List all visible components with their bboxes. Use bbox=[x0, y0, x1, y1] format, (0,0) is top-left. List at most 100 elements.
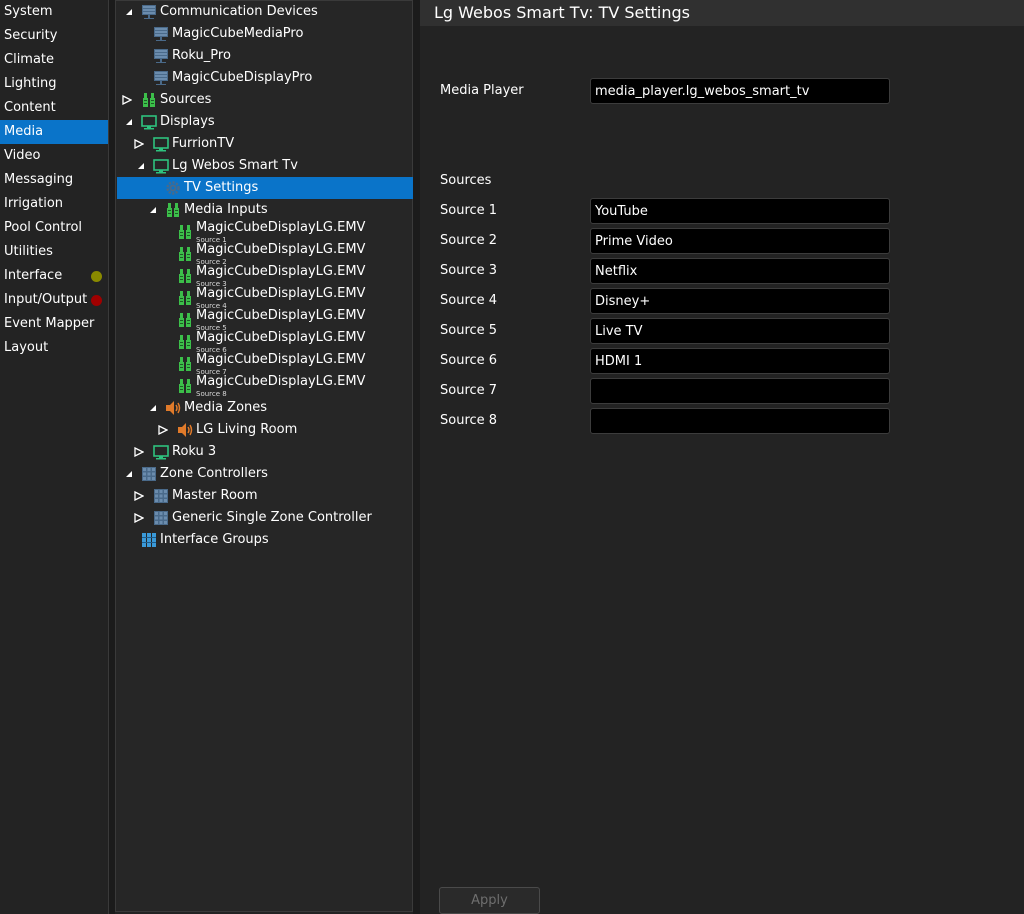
tree-node-media-zones[interactable]: Media Zones bbox=[117, 397, 413, 419]
source-4-field[interactable] bbox=[590, 288, 890, 314]
zone-controller-icon bbox=[154, 489, 168, 503]
sidebar-item-utilities[interactable]: Utilities bbox=[0, 240, 108, 264]
collapsed-arrow-icon[interactable] bbox=[133, 507, 145, 529]
collapsed-arrow-icon[interactable] bbox=[133, 441, 145, 463]
sidebar-item-label: Event Mapper bbox=[4, 316, 95, 331]
collapsed-arrow-icon[interactable] bbox=[157, 419, 169, 441]
tree-node-label: Roku 3 bbox=[172, 444, 217, 459]
speaker-icon bbox=[178, 423, 193, 437]
display-icon bbox=[141, 115, 157, 130]
sidebar-item-layout[interactable]: Layout bbox=[0, 336, 108, 360]
source-6-field[interactable] bbox=[590, 348, 890, 374]
tree-node-displays[interactable]: Displays bbox=[117, 111, 413, 133]
device-tree: Communication Devices MagicCubeMediaPro … bbox=[115, 0, 413, 912]
apply-button[interactable]: Apply bbox=[439, 887, 540, 914]
tree-node-label: Interface Groups bbox=[160, 532, 269, 547]
sidebar-item-label: Climate bbox=[4, 52, 55, 67]
source-7-field[interactable] bbox=[590, 378, 890, 404]
sidebar-item-security[interactable]: Security bbox=[0, 24, 108, 48]
sidebar-item-content[interactable]: Content bbox=[0, 96, 108, 120]
media-input-icon bbox=[179, 313, 191, 327]
sidebar-item-climate[interactable]: Climate bbox=[0, 48, 108, 72]
source-1-label: Source 1 bbox=[440, 203, 498, 218]
expanded-arrow-icon[interactable] bbox=[135, 155, 147, 177]
media-input-icon bbox=[179, 379, 191, 393]
status-dot-icon bbox=[91, 295, 102, 306]
sidebar-item-interface[interactable]: Interface bbox=[0, 264, 108, 288]
display-icon bbox=[153, 445, 169, 460]
gear-icon bbox=[166, 181, 180, 195]
media-input-icon bbox=[179, 357, 191, 371]
sidebar-item-pool-control[interactable]: Pool Control bbox=[0, 216, 108, 240]
expanded-arrow-icon[interactable] bbox=[123, 111, 135, 133]
sidebar-item-video[interactable]: Video bbox=[0, 144, 108, 168]
media-player-field[interactable] bbox=[590, 78, 890, 104]
tree-node-generic-single-zone-controller[interactable]: Generic Single Zone Controller bbox=[117, 507, 413, 529]
sidebar-item-media[interactable]: Media bbox=[0, 120, 108, 144]
sidebar-item-system[interactable]: System bbox=[0, 0, 108, 24]
zone-controller-icon bbox=[142, 467, 156, 481]
source-6-label: Source 6 bbox=[440, 353, 498, 368]
sidebar-item-label: Input/Output bbox=[4, 292, 88, 307]
tree-node-communication-devices[interactable]: Communication Devices bbox=[117, 1, 413, 23]
tree-node-master-room[interactable]: Master Room bbox=[117, 485, 413, 507]
media-input-icon bbox=[179, 269, 191, 283]
network-device-icon bbox=[154, 71, 168, 85]
tree-node-magiccube-display-pro[interactable]: MagicCubeDisplayPro bbox=[117, 67, 413, 89]
collapsed-arrow-icon[interactable] bbox=[133, 485, 145, 507]
source-2-field[interactable] bbox=[590, 228, 890, 254]
tree-node-label: Communication Devices bbox=[160, 4, 318, 19]
media-input-icon bbox=[179, 225, 191, 239]
speaker-icon bbox=[166, 401, 181, 415]
network-device-icon bbox=[154, 49, 168, 63]
tree-node-media-input-8[interactable]: MagicCubeDisplayLG.EMV Source 8 bbox=[117, 374, 413, 398]
collapsed-arrow-icon[interactable] bbox=[133, 133, 145, 155]
sidebar-item-messaging[interactable]: Messaging bbox=[0, 168, 108, 192]
expanded-arrow-icon[interactable] bbox=[147, 397, 159, 419]
expanded-arrow-icon[interactable] bbox=[123, 1, 135, 23]
category-sidebar: System Security Climate Lighting Content… bbox=[0, 0, 109, 914]
sources-heading: Sources bbox=[440, 173, 492, 188]
expanded-arrow-icon[interactable] bbox=[123, 463, 135, 485]
network-device-icon bbox=[142, 5, 156, 19]
expanded-arrow-icon[interactable] bbox=[147, 199, 159, 221]
sidebar-item-label: Interface bbox=[4, 268, 63, 283]
tree-node-label: Zone Controllers bbox=[160, 466, 268, 481]
source-8-field[interactable] bbox=[590, 408, 890, 434]
tree-node-label: TV Settings bbox=[184, 180, 259, 195]
source-3-label: Source 3 bbox=[440, 263, 498, 278]
splitter[interactable] bbox=[413, 0, 420, 914]
tree-node-roku-3[interactable]: Roku 3 bbox=[117, 441, 413, 463]
media-input-icon bbox=[179, 247, 191, 261]
tree-node-interface-groups[interactable]: Interface Groups bbox=[117, 529, 413, 551]
source-8-label: Source 8 bbox=[440, 413, 498, 428]
tree-node-zone-controllers[interactable]: Zone Controllers bbox=[117, 463, 413, 485]
tree-node-sources[interactable]: Sources bbox=[117, 89, 413, 111]
source-3-field[interactable] bbox=[590, 258, 890, 284]
source-1-field[interactable] bbox=[590, 198, 890, 224]
source-4-label: Source 4 bbox=[440, 293, 498, 308]
tree-node-lg-webos-smart-tv[interactable]: Lg Webos Smart Tv bbox=[117, 155, 413, 177]
tree-node-label: LG Living Room bbox=[196, 422, 298, 437]
tree-node-label: Sources bbox=[160, 92, 212, 107]
sidebar-item-label: Lighting bbox=[4, 76, 57, 91]
status-dot-icon bbox=[91, 271, 102, 282]
media-input-icon bbox=[179, 335, 191, 349]
sidebar-item-irrigation[interactable]: Irrigation bbox=[0, 192, 108, 216]
app-window: System Security Climate Lighting Content… bbox=[0, 0, 1024, 914]
tree-node-magiccube-media-pro[interactable]: MagicCubeMediaPro bbox=[117, 23, 413, 45]
tree-node-lg-living-room[interactable]: LG Living Room bbox=[117, 419, 413, 441]
source-5-field[interactable] bbox=[590, 318, 890, 344]
tree-node-roku-pro[interactable]: Roku_Pro bbox=[117, 45, 413, 67]
zone-controller-icon bbox=[154, 511, 168, 525]
tree-node-label: Lg Webos Smart Tv bbox=[172, 158, 298, 173]
sidebar-item-input-output[interactable]: Input/Output bbox=[0, 288, 108, 312]
sidebar-item-event-mapper[interactable]: Event Mapper bbox=[0, 312, 108, 336]
network-device-icon bbox=[154, 27, 168, 41]
tree-node-label: Roku_Pro bbox=[172, 48, 231, 63]
tree-node-tv-settings[interactable]: TV Settings bbox=[117, 177, 413, 199]
tree-node-furrion-tv[interactable]: FurrionTV bbox=[117, 133, 413, 155]
collapsed-arrow-icon[interactable] bbox=[121, 89, 133, 111]
sidebar-item-lighting[interactable]: Lighting bbox=[0, 72, 108, 96]
media-input-icon bbox=[167, 203, 179, 217]
